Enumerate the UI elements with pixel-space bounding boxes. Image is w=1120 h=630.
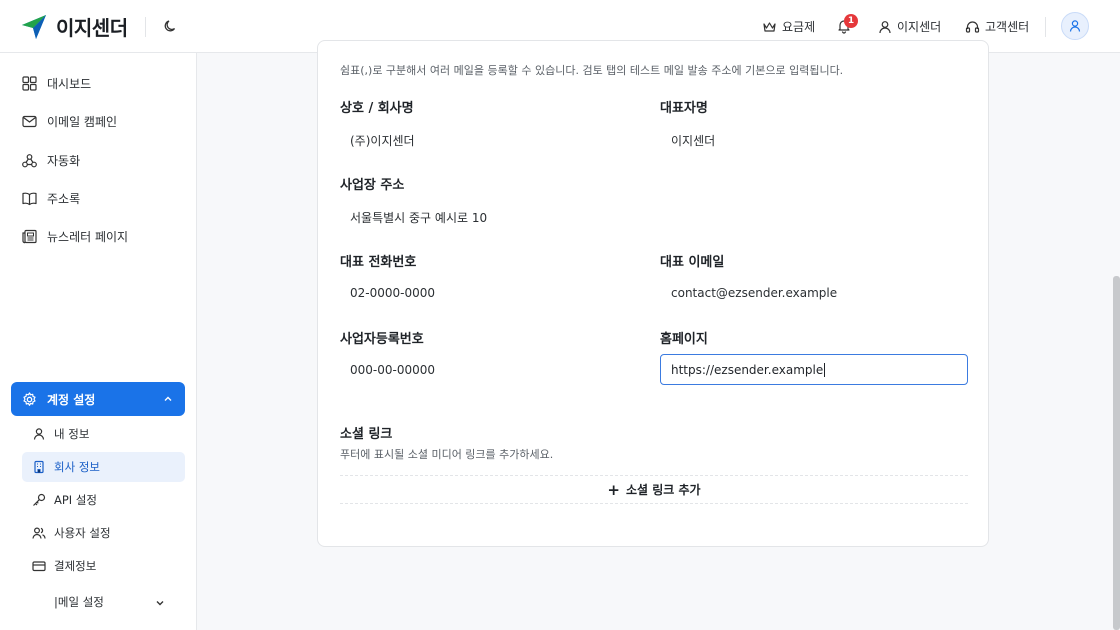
sidebar-item-address-book[interactable]: 주소록 [22,187,80,209]
pricing-label: 요금제 [782,20,816,34]
sidebar-subitem-label: 결제정보 [54,559,97,573]
sidebar: 대시보드 이메일 캠페인 자동화 주소록 뉴스레터 페이지 계정 설정 내 정보… [0,53,197,630]
company-name-label: 상호 / 회사명 [340,101,414,116]
plus-icon: + [607,480,620,499]
test-email-description: 쉼표(,)로 구분해서 여러 메일을 등록할 수 있습니다. 검토 탭의 테스트… [340,64,844,77]
dashboard-icon [22,75,37,91]
sidebar-item-label: 이메일 캠페인 [47,114,118,129]
social-links-label: 소셜 링크 [340,427,393,442]
sidebar-item-newsletter[interactable]: 뉴스레터 페이지 [22,225,128,247]
notification-badge: 1 [844,14,858,28]
sidebar-item-automation[interactable]: 자동화 [22,149,80,171]
user-icon [33,428,45,440]
logo-text: 이지센더 [56,16,128,40]
chevron-down-icon [156,601,164,606]
book-icon [22,192,37,205]
mail-icon [22,115,37,127]
business-number-label: 사업자등록번호 [340,332,424,347]
homepage-input[interactable]: https://ezsender.example [660,354,968,385]
paper-plane-icon [22,14,46,39]
sidebar-subitem-my-info[interactable]: 내 정보 [22,419,185,449]
avatar-user-icon [1069,20,1081,32]
header-divider [145,17,146,37]
sidebar-section-label: 계정 설정 [47,392,96,407]
text-caret [824,362,826,377]
sidebar-item-dashboard[interactable]: 대시보드 [22,72,91,94]
ceo-field[interactable]: 이지센더 [671,132,715,149]
sidebar-subitem-label: 회사 정보 [54,460,100,474]
moon-icon[interactable] [163,18,179,34]
gear-icon [23,391,36,406]
user-icon [879,20,891,33]
sidebar-subitem-company-info[interactable]: 회사 정보 [22,452,185,482]
support-label: 고객센터 [985,20,1030,34]
credit-card-icon [32,561,46,572]
sidebar-subitem-label: 사용자 설정 [54,526,111,540]
sidebar-item-label: 대시보드 [47,76,92,91]
sidebar-subitem-label: 내 정보 [54,427,90,441]
key-icon [33,493,46,506]
add-social-link-label: 소셜 링크 추가 [625,483,701,497]
address-field[interactable]: 서울특별시 중구 예시로 10 [350,209,487,226]
sidebar-item-label: 자동화 [47,153,81,168]
sidebar-subitem-label: API 설정 [54,493,98,507]
user-name: 이지센더 [897,20,942,34]
sidebar-subitem-mail-settings[interactable]: |메일 설정 [22,587,185,617]
avatar[interactable] [1061,12,1089,40]
chevron-up-icon [164,396,172,401]
business-number-field[interactable]: 000-00-00000 [350,363,435,377]
homepage-input-value: https://ezsender.example [671,362,824,377]
company-name-field[interactable]: (주)이지센더 [350,132,415,149]
sidebar-subitem-label: |메일 설정 [54,595,104,609]
social-links-description: 푸터에 표시될 소셜 미디어 링크를 추가하세요. [340,448,554,461]
homepage-label: 홈페이지 [660,332,708,347]
building-icon [34,460,44,474]
logo[interactable]: 이지센더 [20,12,128,41]
sidebar-item-account-settings[interactable]: 계정 설정 [11,382,185,416]
newspaper-icon [22,229,37,243]
automation-icon [22,153,37,167]
phone-field[interactable]: 02-0000-0000 [350,286,435,300]
sidebar-subitem-billing[interactable]: 결제정보 [22,551,185,581]
ceo-label: 대표자명 [660,101,708,116]
headset-icon [965,20,980,33]
sidebar-item-label: 뉴스레터 페이지 [47,229,129,244]
sidebar-item-label: 주소록 [47,191,81,206]
email-field[interactable]: contact@ezsender.example [671,286,837,300]
support-link[interactable]: 고객센터 [965,18,1029,35]
pricing-link[interactable]: 요금제 [762,18,815,35]
crown-icon [763,21,776,32]
user-menu[interactable]: 이지센더 [878,18,941,35]
sidebar-item-email-campaign[interactable]: 이메일 캠페인 [22,110,117,132]
add-social-link-button[interactable]: + 소셜 링크 추가 [340,475,968,504]
address-label: 사업장 주소 [340,178,405,193]
header-separator [1045,17,1046,37]
email-label: 대표 이메일 [660,255,725,270]
sidebar-subitem-api-settings[interactable]: API 설정 [22,485,185,515]
scrollbar-thumb[interactable] [1113,276,1120,630]
phone-label: 대표 전화번호 [340,255,417,270]
users-icon [32,527,46,539]
sidebar-subitem-user-settings[interactable]: 사용자 설정 [22,518,185,548]
